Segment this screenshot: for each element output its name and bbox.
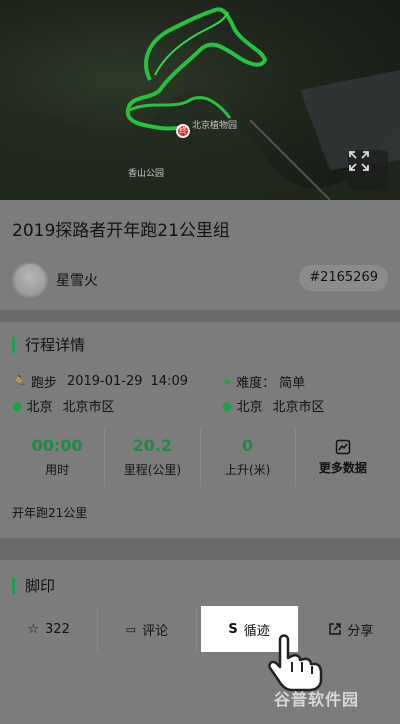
action-bar: ☆ 322 ▭ 评论 S 循迹 分享 <box>0 606 400 652</box>
stat-label: 上升(米) <box>224 463 271 477</box>
route-s-icon: S <box>228 621 238 637</box>
route-id-badge: #2165269 <box>299 265 388 291</box>
stat-label: 里程(公里) <box>123 463 182 477</box>
route-title: 2019探路者开年跑21公里组 <box>12 221 230 241</box>
trip-stats: 00:00 用时 20.2 里程(公里) 0 上升(米) 更多数据 <box>10 428 390 486</box>
difficulty-label: 难度： <box>236 376 276 391</box>
trip-time: 14:09 <box>150 374 188 389</box>
chart-icon <box>335 439 351 454</box>
fullscreen-button[interactable] <box>348 150 388 190</box>
comment-label: 评论 <box>142 623 169 639</box>
comment-button[interactable]: ▭ 评论 <box>98 606 197 652</box>
stat-elevation: 0 上升(米) <box>201 428 296 486</box>
difficulty-value: 简单 <box>279 376 306 391</box>
stat-label: 用时 <box>45 463 70 477</box>
end-location: ● 北京 北京市区 <box>222 396 325 416</box>
location-pin-icon: ● <box>222 398 233 413</box>
start-location: ● 北京 北京市区 <box>12 396 115 416</box>
avatar[interactable] <box>12 262 48 298</box>
footprint-heading: 脚印 <box>12 578 55 594</box>
user-name[interactable]: 星雪火 <box>56 270 98 290</box>
star-icon: ☆ <box>27 621 40 637</box>
start-city: 北京 <box>26 400 53 415</box>
route-map[interactable]: 终 北京植物园 香山公园 <box>0 0 400 200</box>
map-label-xiangshan: 香山公园 <box>128 169 165 179</box>
trip-details-heading: 行程详情 <box>12 337 85 353</box>
end-area: 北京市区 <box>272 400 325 415</box>
trip-description: 开年跑21公里 <box>12 506 88 520</box>
difficulty-info: ❧ 难度： 简单 <box>222 372 306 392</box>
favorite-button[interactable]: ☆ 322 <box>0 606 99 652</box>
watermark: 谷普软件园 <box>274 690 360 709</box>
section-divider <box>0 310 400 322</box>
map-label-botanical: 北京植物园 <box>192 121 238 131</box>
more-data-label: 更多数据 <box>318 460 367 475</box>
start-area: 北京市区 <box>62 400 115 415</box>
sport-type: 跑步 <box>30 376 57 391</box>
leaf-icon: ❧ <box>222 374 233 389</box>
sport-info: 🏃 跑步 2019-01-29 14:09 <box>12 372 188 391</box>
start-marker[interactable]: 终 <box>176 124 190 138</box>
expand-icon <box>349 151 369 171</box>
comment-icon: ▭ <box>125 622 137 636</box>
stat-value: 00:00 <box>31 436 83 455</box>
end-city: 北京 <box>236 400 263 415</box>
runner-icon: 🏃 <box>12 374 27 389</box>
route-header: 2019探路者开年跑21公里组 <box>0 200 400 310</box>
stat-value: 0 <box>242 436 254 455</box>
stat-distance: 20.2 里程(公里) <box>105 428 201 486</box>
location-pin-icon: ● <box>12 398 23 413</box>
tap-hand-icon <box>268 634 323 692</box>
trip-date: 2019-01-29 <box>66 374 143 389</box>
section-divider <box>0 538 400 560</box>
marker-label: 终 <box>179 126 187 135</box>
more-data-button[interactable]: 更多数据 <box>296 428 390 486</box>
favorite-count: 322 <box>45 621 70 637</box>
share-label: 分享 <box>347 623 374 639</box>
stat-duration: 00:00 用时 <box>10 428 106 486</box>
stat-value: 20.2 <box>132 436 173 455</box>
